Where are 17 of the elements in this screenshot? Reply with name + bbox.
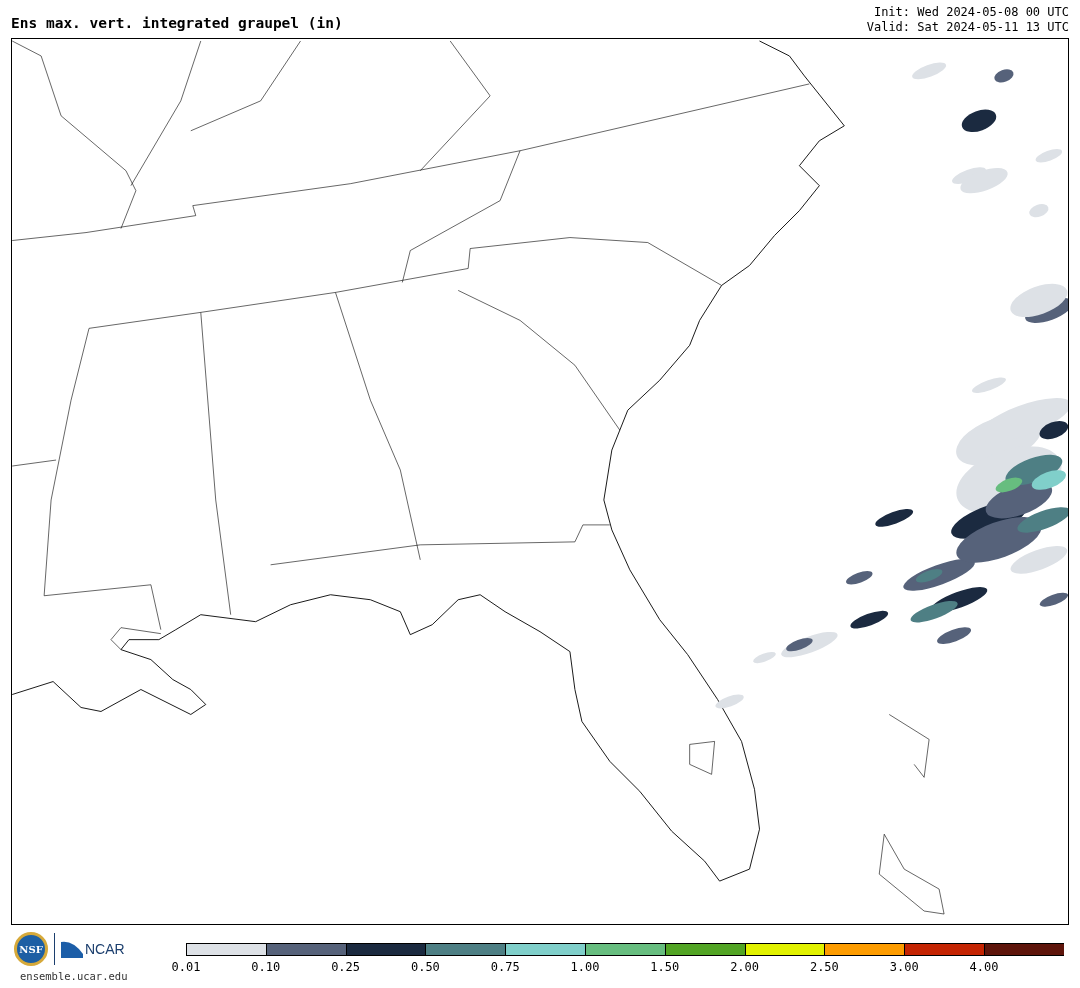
map-title: Ens max. vert. integrated graupel (in) xyxy=(11,14,343,34)
colorbar-tick-label: 4.00 xyxy=(969,959,999,976)
colorbar-tick-label: 0.75 xyxy=(490,959,520,976)
colorbar-tick-label: 2.50 xyxy=(809,959,839,976)
colorbar-tick-label: 0.10 xyxy=(251,959,281,976)
init-time: Init: Wed 2024-05-08 00 UTC xyxy=(873,5,1069,20)
site-url: ensemble.ucar.edu xyxy=(20,969,128,984)
colorbar-tick-label: 1.00 xyxy=(570,959,600,976)
colorbar-tick-label: 0.50 xyxy=(410,959,440,976)
colorbar-tick-label: 0.01 xyxy=(171,959,201,976)
valid-time: Valid: Sat 2024-05-11 13 UTC xyxy=(866,20,1069,35)
colorbar-tick-label: 1.50 xyxy=(650,959,680,976)
colorbar-tick-label: 3.00 xyxy=(889,959,919,976)
nsf-logo: NSF xyxy=(14,932,48,966)
colorbar-tick-label: 2.00 xyxy=(730,959,760,976)
ncar-logo: NCAR xyxy=(61,938,125,960)
colorbar-tick-label: 0.25 xyxy=(331,959,361,976)
